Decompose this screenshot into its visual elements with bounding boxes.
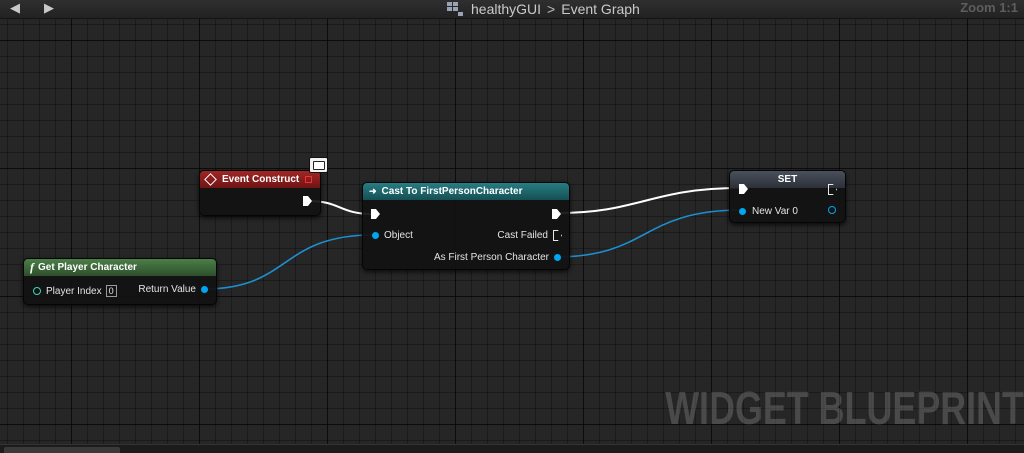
object-pin-icon [739, 208, 746, 215]
object-pin-icon [201, 286, 208, 293]
object-pin-icon [554, 254, 561, 261]
cast-exec-input-pin[interactable] [371, 209, 380, 219]
cast-failed-label: Cast Failed [497, 230, 548, 241]
bottom-panel-tab[interactable] [4, 447, 120, 453]
cast-object-label: Object [384, 230, 413, 241]
cast-to-first-person-character-node[interactable]: ➜ Cast To FirstPersonCharacter Object Ca… [362, 182, 570, 270]
return-value-output-pin[interactable]: Return Value [138, 284, 208, 295]
bottom-panel-bar [0, 444, 1024, 453]
get-player-character-title: Get Player Character [38, 262, 137, 273]
exec-hollow-icon [553, 230, 562, 241]
forward-arrow-icon[interactable]: ▶ [44, 1, 54, 15]
set-var-label: New Var 0 [752, 206, 798, 217]
exec-output-pin[interactable] [303, 196, 312, 206]
breadcrumb-graph-name: Event Graph [561, 1, 640, 17]
breadcrumb-blueprint-name[interactable]: healthyGUI [471, 1, 541, 17]
comment-bubble-icon[interactable] [309, 157, 328, 173]
delegate-pin-icon[interactable] [305, 176, 312, 183]
cast-exec-output-pin[interactable] [552, 209, 561, 219]
cast-as-label: As First Person Character [433, 252, 549, 263]
function-f-icon: f [30, 260, 34, 274]
exec-wire-cast-to-set [557, 187, 742, 214]
event-diamond-icon [204, 173, 217, 186]
player-index-label: Player Index [46, 285, 102, 297]
integer-pin-icon [33, 287, 41, 295]
set-var-output-pin[interactable] [828, 206, 836, 214]
widget-blueprint-watermark: WIDGET BLUEPRINT [665, 382, 1024, 434]
set-variable-node[interactable]: SET New Var 0 [729, 170, 846, 223]
event-construct-node[interactable]: Event Construct [199, 170, 321, 216]
exec-input-icon [371, 209, 380, 219]
event-construct-header: Event Construct [200, 171, 320, 188]
set-var-input-pin[interactable]: New Var 0 [739, 206, 798, 217]
blueprint-graph-icon [447, 2, 463, 16]
set-exec-input-pin[interactable] [739, 184, 748, 194]
object-pin-icon [372, 232, 379, 239]
exec-input-icon [739, 184, 748, 194]
get-player-character-node[interactable]: f Get Player Character Player Index 0 Re… [23, 258, 217, 305]
object-wire-cast-to-set [554, 209, 743, 258]
exec-hollow-icon [828, 184, 837, 195]
cast-object-input-pin[interactable]: Object [372, 230, 413, 241]
set-title: SET [777, 174, 798, 185]
cast-as-output-pin[interactable]: As First Person Character [434, 252, 561, 263]
set-exec-output-pin[interactable] [828, 184, 837, 195]
breadcrumb: healthyGUI > Event Graph [447, 0, 640, 18]
exec-output-icon [552, 209, 561, 219]
return-value-label: Return Value [138, 284, 196, 295]
get-player-character-header: f Get Player Character [24, 259, 216, 276]
cast-header: ➜ Cast To FirstPersonCharacter [363, 183, 569, 200]
cast-failed-pin[interactable]: Cast Failed [497, 230, 562, 241]
exec-output-icon [303, 196, 312, 206]
player-index-field[interactable]: 0 [105, 285, 117, 297]
event-construct-title: Event Construct [222, 174, 300, 185]
player-index-input-pin[interactable]: Player Index 0 [33, 285, 117, 297]
object-pin-ring-icon [828, 206, 836, 214]
cast-arrows-icon: ➜ [369, 186, 377, 196]
cast-title: Cast To FirstPersonCharacter [381, 186, 523, 197]
zoom-level: Zoom 1:1 [960, 0, 1018, 15]
object-wire-player-to-cast [204, 234, 374, 290]
breadcrumb-separator: > [547, 1, 556, 17]
back-arrow-icon[interactable]: ◀ [10, 1, 20, 15]
graph-title-bar: ◀ ▶ healthyGUI > Event Graph Zoom 1:1 [0, 0, 1024, 19]
